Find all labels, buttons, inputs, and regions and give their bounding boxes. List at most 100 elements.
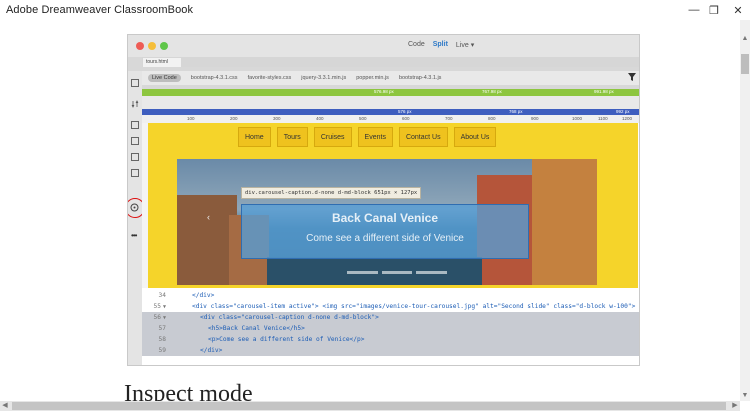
view-mode-switcher: Code Split Live ▾ [408,41,474,49]
file-jquery[interactable]: jquery-3.3.1.min.js [301,75,346,81]
code-line-selected[interactable]: 57 <h5>Back Canal Venice</h5> [142,323,639,334]
ruler-tick: 600 [402,116,410,121]
filter-icon[interactable] [628,73,636,83]
media-query-bar-green[interactable]: 576.98 px 767.98 px 991.98 px [142,89,639,96]
scroll-up-icon[interactable]: ▲ [740,34,750,44]
nav-item-home[interactable]: Home [238,127,271,147]
file-bootstrap-js[interactable]: bootstrap-4.3.1.js [399,75,442,81]
media-query-spacer [142,96,639,109]
line-number: 57 [158,325,166,332]
ruler-tick: 1200 [622,116,633,121]
inspect-icon[interactable] [127,199,143,216]
code-line[interactable]: 55 ▼ <div class="carousel-item active"> <… [142,301,639,312]
ruler-tick: 100 [187,116,195,121]
code-line-selected[interactable]: 58 <p>Come see a different side of Venic… [142,334,639,345]
carousel-prev-icon[interactable]: ‹ [207,212,210,222]
document-tabstrip: tours.html [142,57,639,67]
mode-live[interactable]: Live ▾ [456,41,474,49]
ruler-tick: 1100 [598,116,608,121]
file-live-code[interactable]: Live Code [148,74,181,82]
code-text: <div class="carousel-item active"> <img … [192,303,636,310]
mq-label: 992 px [616,109,630,114]
ruler-tick: 1000 [572,116,583,121]
building-shape [177,195,237,285]
scroll-down-icon[interactable]: ▼ [740,391,750,401]
carousel-indicators[interactable] [347,271,448,274]
ruler-tick: 400 [316,116,324,121]
ruler-tick: 700 [445,116,453,121]
site-navbar: Home Tours Cruises Events Contact Us Abo… [238,127,538,149]
file-popper[interactable]: popper.min.js [356,75,389,81]
building-shape [532,159,597,285]
ruler-tick: 300 [273,116,281,121]
mq-label: 576 px [398,109,412,114]
nav-item-about-us[interactable]: About Us [453,127,497,147]
file-favorite-styles[interactable]: favorite-styles.css [248,75,292,81]
caption-title: Back Canal Venice [331,211,439,225]
dreamweaver-screenshot-figure: Code Split Live ▾ tours.html ••• Live Co… [127,34,640,366]
nav-item-contact-us[interactable]: Contact Us [398,127,448,147]
indicator[interactable] [416,271,448,274]
caption-text: Come see a different side of Venice [306,233,464,244]
close-button[interactable]: ✕ [724,0,750,20]
vertical-scrollbar[interactable]: ▲ ▼ [740,20,750,401]
nav-item-tours[interactable]: Tours [276,127,308,147]
layout-icon[interactable] [131,137,139,145]
scroll-left-icon[interactable]: ◀ [0,401,10,411]
mq-label: 576.98 px [374,89,394,94]
document-tab[interactable]: tours.html [143,58,181,67]
more-options-icon[interactable]: ••• [131,231,137,240]
horizontal-scroll-thumb[interactable] [12,402,726,410]
traffic-lights [136,42,168,50]
mode-split[interactable]: Split [433,41,448,49]
venice-carousel[interactable]: ‹ Back Canal Venice Come see a different… [177,159,597,285]
vertical-scroll-thumb[interactable] [741,54,749,74]
mq-label: 767.98 px [482,89,502,94]
element-size-tooltip: div.carousel-caption.d-none d-md-block 6… [241,187,422,199]
code-text: </div> [192,292,215,299]
indicator[interactable] [381,271,413,274]
minimize-dot-icon [148,42,156,50]
scroll-right-icon[interactable]: ▶ [730,401,740,411]
code-line-selected[interactable]: 56 ▼ <div class="carousel-caption d-none … [142,312,639,323]
horizontal-scrollbar[interactable]: ◀ ▶ [0,401,740,411]
ruler-tick: 900 [531,116,539,121]
code-line[interactable]: 34 </div> [142,290,639,301]
zoom-dot-icon [160,42,168,50]
file-icon[interactable] [131,79,139,87]
line-number: 56 ▼ [153,314,166,321]
chevron-down-icon: ▾ [470,42,475,49]
nav-item-cruises[interactable]: Cruises [313,127,352,147]
code-view[interactable]: 34 </div> 55 ▼ <div class="carousel-item … [142,288,639,365]
insert-icon[interactable] [131,169,139,177]
mode-code[interactable]: Code [408,41,425,49]
ruler-tick: 800 [488,116,496,121]
mq-label: 768 px [509,109,523,114]
line-number: 59 [158,347,166,354]
nav-item-events[interactable]: Events [357,127,393,147]
code-text: <p>Come see a different side of Venice</… [208,336,365,343]
line-number: 34 [158,292,166,299]
code-text: <h5>Back Canal Venice</h5> [208,325,305,332]
live-view-design-area: Home Tours Cruises Events Contact Us Abo… [142,123,639,288]
related-files-bar: Live Code bootstrap-4.3.1.css favorite-s… [142,71,639,85]
window-title: Adobe Dreamweaver ClassroomBook [6,4,194,16]
mq-label: 991.98 px [594,89,614,94]
carousel-caption-highlight[interactable]: Back Canal Venice Come see a different s… [241,204,529,259]
sort-icon[interactable] [131,95,139,108]
close-dot-icon [136,42,144,50]
code-text: </div> [200,347,223,354]
ruler-tick: 200 [230,116,238,121]
figure-toolbar: Code Split Live ▾ [128,35,639,57]
window-titlebar: Adobe Dreamweaver ClassroomBook [0,0,750,20]
assets-icon[interactable] [131,153,139,161]
file-bootstrap-css[interactable]: bootstrap-4.3.1.css [191,75,238,81]
code-text: <div class="carousel-caption d-none d-md… [200,314,379,321]
ruler-tick: 500 [359,116,367,121]
line-number: 58 [158,336,166,343]
panel-icon[interactable] [131,121,139,129]
code-line-selected[interactable]: 59 </div> [142,345,639,356]
indicator[interactable] [347,271,378,274]
left-toolbar: ••• [127,71,145,365]
line-number: 55 ▼ [153,303,166,310]
